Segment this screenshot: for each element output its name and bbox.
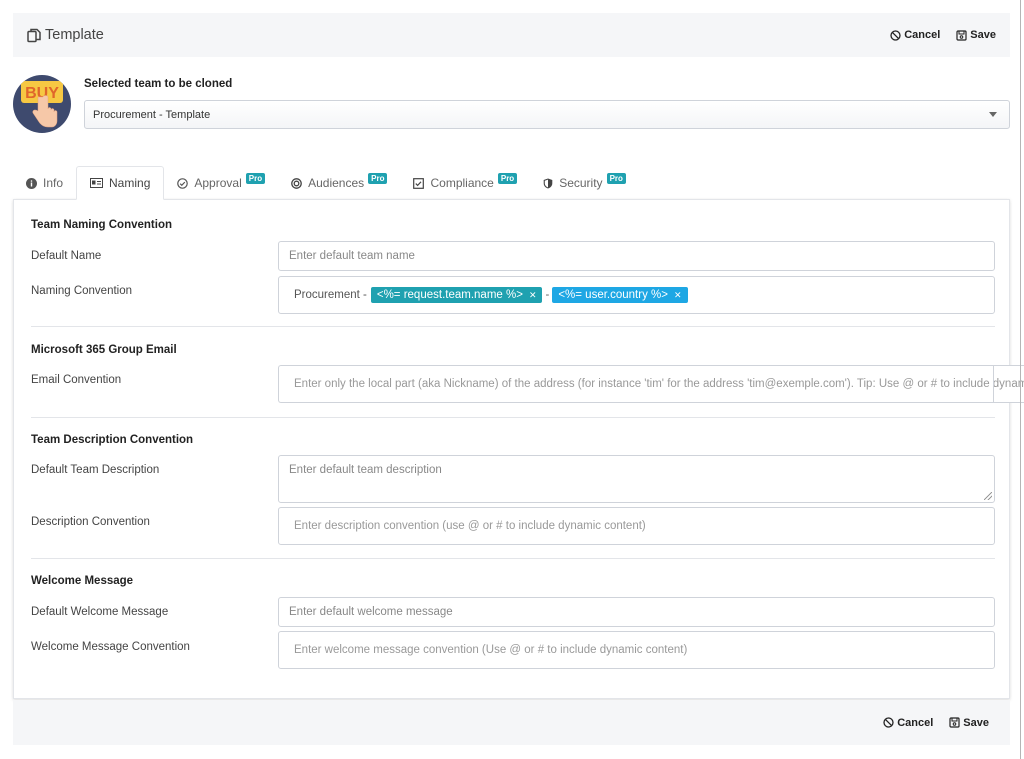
welcome-convention-placeholder: Enter welcome message convention (Use @ … (294, 644, 688, 656)
default-welcome-placeholder: Enter default welcome message (289, 606, 453, 618)
cancel-label: Cancel (897, 716, 934, 729)
pro-badge: Pro (497, 172, 518, 184)
tab-label: Info (43, 176, 64, 190)
footer-bar: Cancel Save (13, 700, 1010, 745)
email-convention-label: Email Convention (31, 374, 122, 386)
pro-badge: Pro (606, 172, 626, 184)
checkbox-icon (413, 177, 425, 189)
cancel-button[interactable]: Cancel (890, 29, 940, 41)
section-title-email: Microsoft 365 Group Email (31, 344, 177, 356)
pro-badge: Pro (368, 172, 388, 184)
page-title-text: Template (45, 27, 104, 43)
default-name-label: Default Name (31, 250, 102, 262)
tab-bar: Info Naming Approval Pro Audiences Pro C… (13, 166, 639, 200)
token-text: <%= request.team.name %> (376, 289, 523, 301)
save-icon (956, 29, 967, 41)
save-button[interactable]: Save (949, 717, 989, 729)
tab-label: Naming (109, 176, 151, 190)
tab-compliance[interactable]: Compliance Pro (400, 166, 530, 200)
tab-naming[interactable]: Naming (76, 166, 165, 200)
remove-token-icon[interactable]: ✕ (529, 290, 537, 301)
cancel-button[interactable]: Cancel (883, 717, 933, 729)
description-convention-placeholder: Enter description convention (use @ or #… (294, 520, 646, 532)
team-select-label: Selected team to be cloned (84, 78, 233, 90)
default-description-textarea[interactable]: Enter default team description (278, 455, 995, 503)
buy-hand-icon: BUY (21, 81, 63, 128)
token-chip: <%= request.team.name %> ✕ (370, 287, 543, 303)
default-welcome-label: Default Welcome Message (31, 606, 169, 618)
save-button[interactable]: Save (956, 29, 996, 41)
info-icon (26, 177, 37, 189)
default-name-input[interactable]: Enter default team name (278, 241, 995, 271)
team-avatar: BUY (13, 75, 71, 133)
tab-approval[interactable]: Approval Pro (164, 166, 278, 200)
section-title-naming: Team Naming Convention (31, 219, 172, 231)
save-icon (949, 717, 960, 728)
naming-convention-label: Naming Convention (31, 285, 133, 297)
tab-info[interactable]: Info (13, 166, 76, 200)
pro-badge: Pro (245, 172, 266, 184)
id-card-icon (90, 178, 104, 188)
default-description-placeholder: Enter default team description (289, 464, 442, 476)
save-label: Save (970, 29, 996, 41)
convention-separator: - (545, 289, 550, 301)
divider (31, 558, 995, 559)
caret-down-icon (989, 112, 997, 117)
tab-label: Security (559, 176, 603, 190)
copy-icon (27, 28, 41, 42)
shield-icon (543, 178, 553, 188)
cancel-label: Cancel (904, 29, 941, 41)
resize-handle-icon[interactable] (984, 492, 992, 500)
description-convention-label: Description Convention (31, 516, 150, 528)
ban-icon (883, 717, 894, 728)
tab-label: Approval (194, 176, 242, 190)
description-convention-input[interactable]: Enter description convention (use @ or #… (278, 507, 995, 545)
ban-icon (890, 29, 901, 41)
welcome-convention-input[interactable]: Enter welcome message convention (Use @ … (278, 631, 995, 669)
email-convention-input[interactable]: Enter only the local part (aka Nickname)… (278, 365, 1024, 403)
check-circle-icon (177, 177, 189, 189)
default-name-placeholder: Enter default team name (289, 250, 415, 262)
tab-label: Compliance (430, 176, 494, 190)
convention-prefix: Procurement - (294, 289, 367, 301)
tab-audiences[interactable]: Audiences Pro (278, 166, 400, 200)
save-label: Save (963, 716, 989, 729)
team-select[interactable]: Procurement - Template (84, 100, 1010, 129)
divider (31, 417, 995, 418)
section-title-welcome: Welcome Message (31, 575, 134, 587)
team-select-value: Procurement - Template (93, 108, 211, 121)
section-title-description: Team Description Convention (31, 434, 194, 446)
naming-panel: Team Naming Convention Default Name Ente… (13, 199, 1024, 699)
token-chip: <%= user.country %> ✕ (552, 287, 688, 303)
tab-security[interactable]: Security Pro (530, 166, 639, 200)
welcome-convention-label: Welcome Message Convention (31, 641, 190, 653)
default-welcome-input[interactable]: Enter default welcome message (278, 597, 995, 627)
email-convention-placeholder: Enter only the local part (aka Nickname)… (294, 378, 1024, 390)
default-description-label: Default Team Description (31, 464, 160, 476)
page-title: Template (27, 27, 104, 43)
divider (31, 326, 995, 327)
remove-token-icon[interactable]: ✕ (674, 290, 682, 301)
email-input-edge (993, 365, 994, 403)
window-edge-scrollbar[interactable] (1020, 0, 1021, 759)
target-icon (291, 177, 302, 189)
tab-label: Audiences (308, 176, 365, 190)
token-text: <%= user.country %> (558, 289, 668, 301)
header-bar: Template Cancel Save (13, 13, 1010, 57)
naming-convention-input[interactable]: Procurement - <%= request.team.name %> ✕… (278, 276, 995, 314)
